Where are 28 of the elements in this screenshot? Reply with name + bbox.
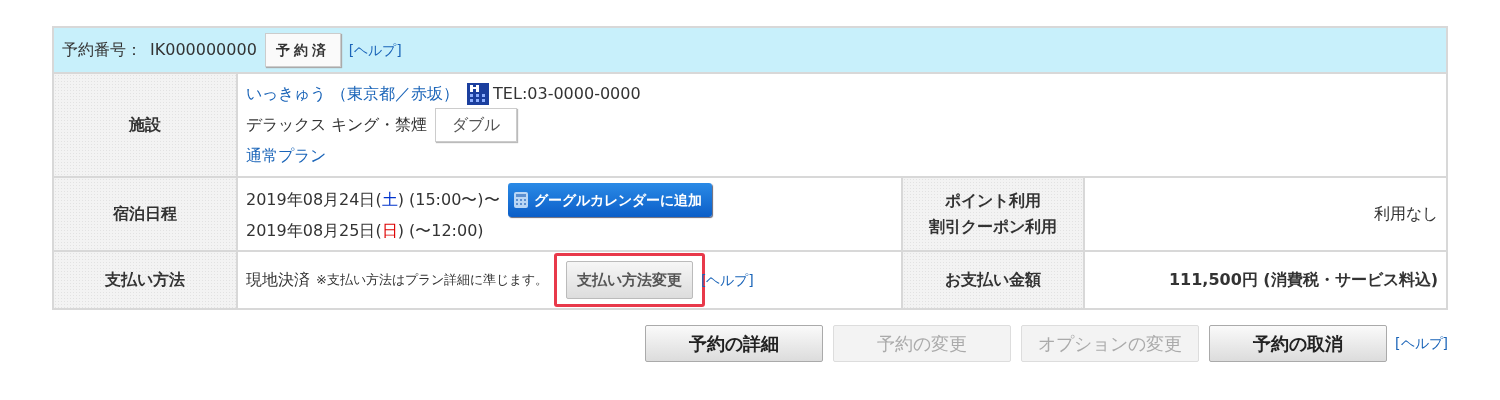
- facility-label: 施設: [53, 73, 237, 177]
- stay-dates-label: 宿泊日程: [53, 177, 237, 251]
- amount-label: お支払い金額: [901, 251, 1084, 309]
- reservation-number: IK000000000: [150, 39, 257, 61]
- points-coupon-label: ポイント利用 割引クーポン利用: [901, 177, 1084, 251]
- check-out-date: 2019年08月25日(日) (〜12:00): [246, 220, 484, 242]
- hotel-name-link[interactable]: いっきゅう （東京都／赤坂）: [246, 80, 460, 108]
- help-link[interactable]: [ヘルプ]: [348, 36, 402, 64]
- points-value: 利用なし: [1083, 177, 1447, 251]
- room-type: デラックス キング・禁煙: [246, 114, 428, 136]
- reservation-number-label: 予約番号：: [62, 39, 142, 61]
- bed-type-badge: ダブル: [435, 108, 518, 142]
- help-link[interactable]: [ヘルプ]: [700, 266, 754, 294]
- hotel-building-icon: [467, 83, 490, 105]
- status-badge: 予約済: [264, 33, 341, 67]
- calendar-icon: [513, 192, 528, 208]
- add-to-calendar-button[interactable]: グーグルカレンダーに追加: [507, 183, 712, 217]
- payment-method: 現地決済: [246, 269, 310, 291]
- action-button[interactable]: 予約の取消: [1209, 325, 1388, 362]
- plan-link[interactable]: 通常プラン: [246, 142, 326, 170]
- payment-note: ※支払い方法はプラン詳細に準じます。: [316, 271, 548, 289]
- help-link[interactable]: [ヘルプ]: [1395, 334, 1448, 353]
- action-button[interactable]: 予約の詳細: [645, 325, 824, 362]
- payment-method-label: 支払い方法: [53, 251, 237, 309]
- amount-value: 111,500円 (消費税・サービス料込): [1083, 251, 1447, 309]
- check-in-date: 2019年08月24日(土) (15:00〜)〜: [246, 189, 500, 211]
- change-payment-button[interactable]: 支払い方法変更: [565, 261, 693, 299]
- phone-number: TEL:03-0000-0000: [493, 83, 641, 105]
